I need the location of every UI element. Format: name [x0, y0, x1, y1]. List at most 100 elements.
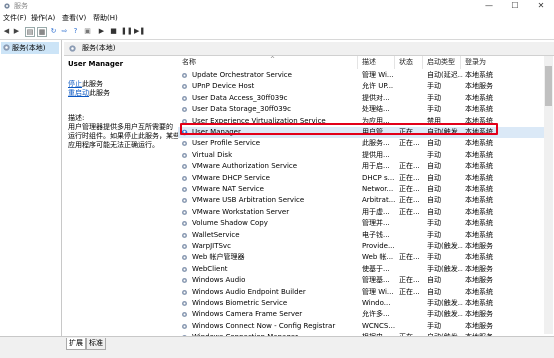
column-header-startup[interactable]: 启动类型	[423, 56, 461, 69]
close-button[interactable]: ✕	[528, 0, 554, 12]
show-tree-icon[interactable]: ▤	[25, 27, 35, 37]
service-name: UPnP Device Host	[192, 82, 255, 91]
service-status: 正在...	[399, 196, 420, 205]
service-logon: 本地服务	[465, 242, 493, 250]
service-row[interactable]: WebClient 使基于... 手动(触发... 本地服务	[178, 264, 548, 275]
service-row[interactable]: Windows Connect Now - Config Registrar WC…	[178, 321, 548, 332]
service-row[interactable]: Web 帐户管理器 Web 帐... 正在... 手动 本地系统	[178, 252, 548, 263]
export-icon[interactable]: ⇨	[60, 27, 69, 36]
service-startup: 自动	[427, 196, 441, 205]
service-desc: 允许 UP...	[362, 82, 394, 91]
service-row[interactable]: Windows Audio 管理基... 正在... 自动 本地服务	[178, 275, 548, 286]
service-name: VMware NAT Service	[192, 185, 264, 193]
service-row[interactable]: Windows Camera Frame Server 允许多... 手动(触发..…	[178, 309, 548, 320]
service-desc: 用于启...	[362, 162, 390, 171]
service-startup: 自动(延迟...	[427, 71, 463, 79]
service-row[interactable]: VMware NAT Service Networ... 正在... 自动 本地系统	[178, 184, 548, 195]
console-tree: 服务(本地)	[0, 40, 62, 336]
tab-extended[interactable]: 扩展	[66, 338, 86, 350]
service-row[interactable]: Update Orchestrator Service 管理 Wi... 自动(延迟…	[178, 70, 548, 81]
service-status: 正在...	[399, 287, 420, 296]
service-row[interactable]: Volume Shadow Copy 管理并... 手动 本地系统	[178, 218, 548, 229]
menu-view[interactable]: 查看(V)	[62, 13, 86, 23]
maximize-button[interactable]: ☐	[502, 0, 528, 12]
stop-service-link[interactable]: 停止	[68, 80, 82, 88]
service-desc: 提供用...	[362, 150, 390, 159]
service-gear-icon	[181, 84, 188, 90]
service-logon: 本地服务	[465, 82, 493, 91]
service-name: VMware DHCP Service	[192, 173, 270, 182]
service-startup: 手动	[427, 105, 441, 114]
service-gear-icon	[181, 323, 188, 329]
service-name: Volume Shadow Copy	[192, 219, 268, 228]
service-row[interactable]: WarpJITSvc Provide... 手动(触发... 本地服务	[178, 241, 548, 252]
export-list-icon[interactable]: ▣	[83, 27, 92, 36]
service-startup: 手动(触发...	[427, 242, 463, 250]
service-row[interactable]: VMware USB Arbitration Service Arbitrat..…	[178, 195, 548, 206]
service-desc: 处理结...	[362, 105, 390, 114]
stop-service-icon[interactable]: ■	[109, 27, 118, 36]
refresh-icon[interactable]: ↻	[49, 27, 58, 36]
service-row[interactable]: Windows Biometric Service Windo... 手动(触发..…	[178, 298, 548, 309]
service-logon: 本地系统	[465, 230, 493, 239]
start-service-icon[interactable]: ▶	[97, 27, 106, 36]
forward-arrow-icon[interactable]: ▶	[12, 27, 21, 36]
service-gear-icon	[181, 278, 188, 284]
service-row[interactable]: VMware Authorization Service 用于启... 正在... 自…	[178, 161, 548, 172]
restart-service-icon[interactable]: ▶❚	[134, 27, 145, 36]
service-status: 正在...	[399, 207, 420, 216]
service-status: 正在...	[399, 162, 420, 171]
service-row[interactable]: Windows Audio Endpoint Builder 管理 Wi... 正在…	[178, 287, 548, 298]
service-gear-icon	[181, 255, 188, 261]
service-row[interactable]: User Data Access_30ff039c 提供对... 手动 本地系统	[178, 93, 548, 104]
service-desc: Provide...	[362, 242, 395, 250]
minimize-button[interactable]: —	[476, 0, 502, 12]
vertical-scrollbar[interactable]	[544, 56, 553, 334]
help-icon[interactable]: ?	[71, 27, 80, 36]
column-header-status[interactable]: 状态	[395, 56, 423, 69]
menu-action[interactable]: 操作(A)	[31, 13, 55, 23]
service-status: 正在...	[399, 139, 420, 148]
menu-file[interactable]: 文件(F)	[3, 13, 27, 23]
service-row[interactable]: VMware Workstation Server 用于虚... 正在... 自动 本地…	[178, 207, 548, 218]
service-logon: 本地系统	[465, 150, 493, 159]
service-name: Windows Audio	[192, 276, 246, 285]
service-row[interactable]: WalletService 电子钱... 手动 本地系统	[178, 230, 548, 241]
restart-service-link[interactable]: 重启动	[68, 89, 89, 97]
service-desc: 管理 Wi...	[362, 71, 394, 79]
stop-service-line: 停止此服务	[68, 80, 103, 89]
services-list: 名称 ^ 描述 状态 启动类型 登录为 Update Orchestrator S…	[178, 56, 554, 341]
service-startup: 手动	[427, 150, 441, 159]
service-row[interactable]: UPnP Device Host 允许 UP... 手动 本地服务	[178, 81, 548, 92]
description-line: 运行时组件。如果停止此服务，某些	[68, 132, 180, 140]
gear-icon	[69, 45, 76, 52]
back-arrow-icon[interactable]: ◀	[2, 27, 11, 36]
column-header-name[interactable]: 名称 ^	[178, 56, 358, 69]
service-name: Windows Camera Frame Server	[192, 310, 303, 319]
service-row[interactable]: User Data Storage_30ff039c 处理结... 手动 本地系统	[178, 104, 548, 115]
service-gear-icon	[181, 232, 188, 238]
service-logon: 本地系统	[465, 185, 493, 193]
service-gear-icon	[181, 72, 188, 79]
service-row[interactable]: User Profile Service 此服务... 正在... 自动 本地系统	[178, 138, 548, 149]
service-gear-icon	[181, 175, 188, 181]
service-startup: 手动	[427, 82, 441, 91]
pause-service-icon[interactable]: ❚❚	[121, 27, 133, 36]
scrollbar-thumb[interactable]	[545, 66, 552, 106]
column-header-description[interactable]: 描述	[358, 56, 395, 69]
menu-help[interactable]: 帮助(H)	[93, 13, 118, 23]
service-row[interactable]: VMware DHCP Service DHCP s... 正在... 自动 本地系统	[178, 173, 548, 184]
service-logon: 本地系统	[465, 287, 493, 296]
service-row[interactable]: Virtual Disk 提供用... 手动 本地系统	[178, 150, 548, 161]
service-desc: Web 帐...	[362, 253, 394, 262]
service-gear-icon	[181, 243, 188, 250]
highlight-box	[180, 123, 498, 135]
column-header-logon[interactable]: 登录为	[461, 56, 521, 69]
service-name: VMware USB Arbitration Service	[192, 196, 305, 205]
description-label: 描述:	[68, 114, 85, 122]
tab-standard[interactable]: 标准	[86, 338, 106, 350]
service-name: VMware Workstation Server	[192, 207, 290, 216]
service-startup: 手动(触发...	[427, 299, 463, 307]
service-logon: 本地服务	[465, 321, 493, 330]
properties-icon[interactable]: ▦	[37, 27, 47, 37]
